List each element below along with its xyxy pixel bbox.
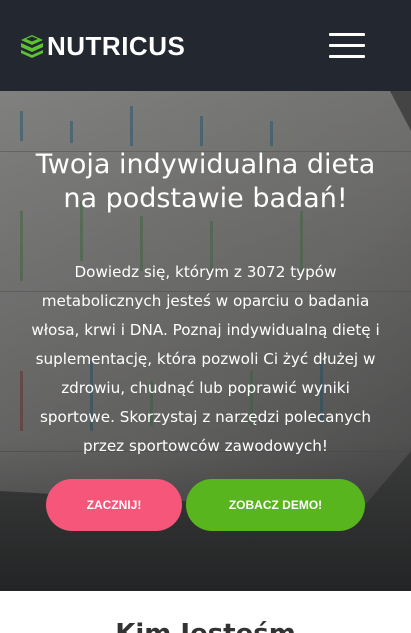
top-navbar: NUTRICUS bbox=[0, 0, 411, 91]
hero-section: Twoja indywidualna dieta na podstawie ba… bbox=[0, 91, 411, 591]
hamburger-icon bbox=[329, 44, 365, 47]
hamburger-menu-button[interactable] bbox=[329, 33, 365, 59]
hero-title-line: Twoja indywidualna dieta bbox=[35, 149, 376, 180]
start-button[interactable]: ZACZNIJ! bbox=[46, 479, 182, 531]
hamburger-icon bbox=[329, 33, 365, 36]
hero-title: Twoja indywidualna dieta na podstawie ba… bbox=[0, 148, 411, 216]
hero-description: Dowiedz się, którym z 3072 typów metabol… bbox=[31, 263, 380, 455]
layers-logo-icon bbox=[21, 35, 43, 58]
see-demo-button[interactable]: ZOBACZ DEMO! bbox=[186, 479, 365, 531]
hamburger-icon bbox=[329, 55, 365, 58]
brand-name: NUTRICUS bbox=[47, 30, 186, 61]
hero-title-line: na podstawie badań! bbox=[63, 183, 348, 214]
about-section: Kim Jesteśm bbox=[0, 591, 411, 633]
about-heading: Kim Jesteśm bbox=[0, 619, 411, 633]
brand-logo[interactable]: NUTRICUS bbox=[20, 30, 185, 62]
